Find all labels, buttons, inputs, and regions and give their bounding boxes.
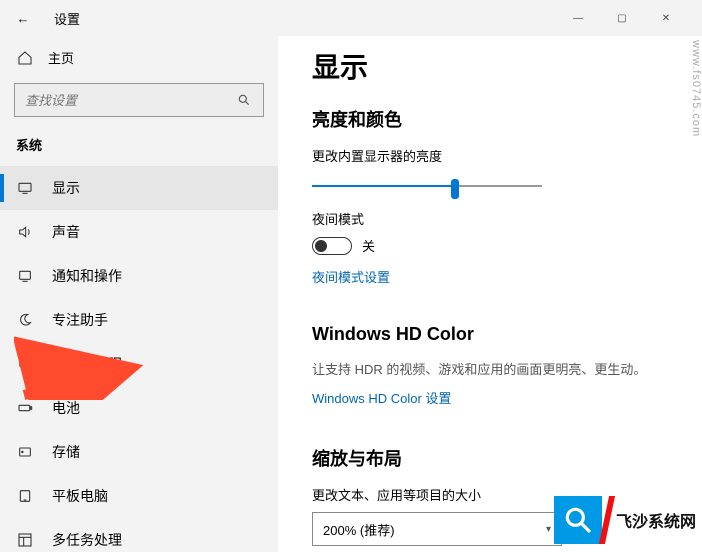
battery-icon [16, 399, 34, 417]
focus-icon [16, 311, 34, 329]
storage-icon [16, 443, 34, 461]
sidebar-item-power[interactable]: 电源和睡眠 [0, 342, 278, 386]
search-input[interactable] [25, 93, 237, 108]
search-icon [237, 93, 253, 107]
sidebar-item-display[interactable]: 显示 [0, 166, 278, 210]
brightness-section-heading: 亮度和颜色 [312, 106, 678, 132]
close-button[interactable]: ✕ [644, 0, 688, 36]
sidebar-item-label: 电源和睡眠 [52, 354, 122, 374]
sidebar-item-label: 存储 [52, 442, 80, 462]
hdr-settings-link[interactable]: Windows HD Color 设置 [312, 388, 451, 407]
scale-dropdown[interactable]: 200% (推荐) ▾ [312, 512, 562, 546]
display-icon [16, 179, 34, 197]
page-title: 显示 [312, 46, 678, 86]
sidebar-item-label: 平板电脑 [52, 486, 108, 506]
night-mode-state: 关 [362, 236, 375, 255]
home-icon [16, 50, 34, 66]
window-title: 设置 [54, 9, 80, 28]
sidebar-item-label: 多任务处理 [52, 530, 122, 550]
sidebar-item-label: 声音 [52, 222, 80, 242]
section-label: 系统 [0, 135, 278, 166]
brand-logo-icon [554, 496, 602, 544]
maximize-button[interactable]: ▢ [600, 0, 644, 36]
night-mode-toggle[interactable] [312, 237, 352, 255]
hdr-description: 让支持 HDR 的视频、游戏和应用的画面更明亮、更生动。 [312, 359, 678, 378]
brand-text: 飞沙系统网 [616, 508, 696, 532]
search-box[interactable] [14, 83, 264, 117]
sidebar: 主页 系统 显示声音通知和操作专注助手电源和睡眠电池存储平板电脑多任务处理 [0, 36, 278, 552]
sidebar-item-sound[interactable]: 声音 [0, 210, 278, 254]
night-mode-settings-link[interactable]: 夜间模式设置 [312, 267, 390, 286]
sidebar-item-label: 显示 [52, 178, 80, 198]
sidebar-item-tablet[interactable]: 平板电脑 [0, 474, 278, 518]
sidebar-item-label: 通知和操作 [52, 266, 122, 286]
sidebar-item-multitask[interactable]: 多任务处理 [0, 518, 278, 552]
tablet-icon [16, 487, 34, 505]
scale-section-heading: 缩放与布局 [312, 445, 678, 471]
brightness-label: 更改内置显示器的亮度 [312, 146, 678, 165]
sidebar-item-battery[interactable]: 电池 [0, 386, 278, 430]
sidebar-item-label: 专注助手 [52, 310, 108, 330]
notify-icon [16, 267, 34, 285]
brightness-slider[interactable] [312, 173, 542, 201]
sidebar-item-notify[interactable]: 通知和操作 [0, 254, 278, 298]
watermark: www.fs0745.com [690, 40, 702, 137]
home-nav[interactable]: 主页 [0, 42, 278, 79]
back-button[interactable]: ← [14, 11, 32, 26]
sidebar-item-storage[interactable]: 存储 [0, 430, 278, 474]
minimize-button[interactable]: — [556, 0, 600, 36]
scale-value: 200% (推荐) [323, 520, 395, 539]
power-icon [16, 355, 34, 373]
night-mode-label: 夜间模式 [312, 209, 678, 228]
hdr-section-heading: Windows HD Color [312, 324, 678, 345]
chevron-down-icon: ▾ [546, 524, 551, 535]
home-label: 主页 [48, 48, 74, 67]
multitask-icon [16, 531, 34, 549]
sidebar-item-focus[interactable]: 专注助手 [0, 298, 278, 342]
content-pane: 显示 亮度和颜色 更改内置显示器的亮度 夜间模式 关 夜间模式设置 Window… [278, 36, 702, 552]
sidebar-item-label: 电池 [52, 398, 80, 418]
sound-icon [16, 223, 34, 241]
brand-badge: 飞沙系统网 [554, 496, 696, 544]
